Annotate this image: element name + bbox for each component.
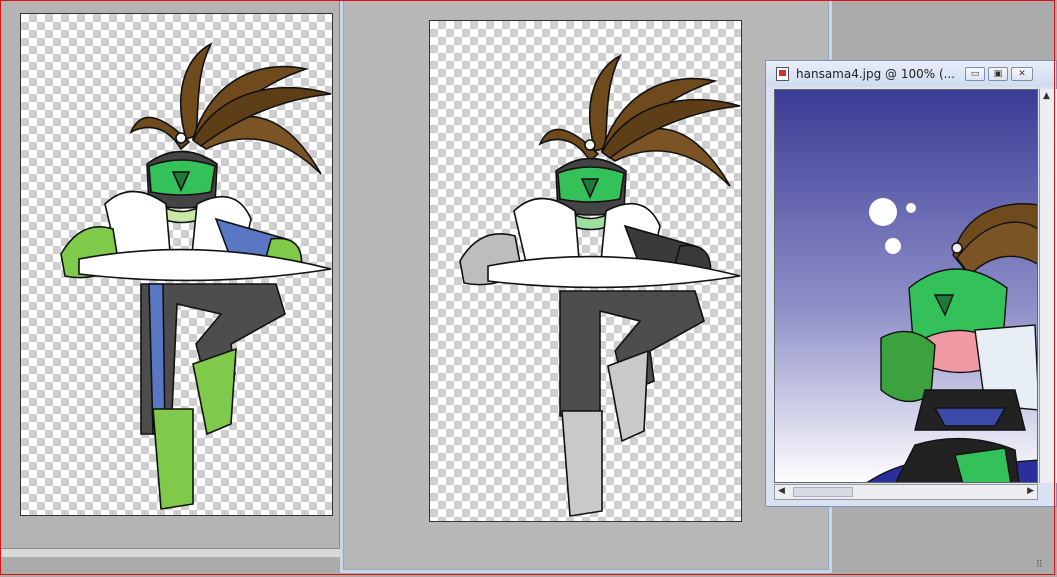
scroll-right-arrow-icon[interactable]: ▶: [1027, 486, 1034, 496]
reference-image-art: [775, 90, 1037, 482]
partial-gray-figure-art: [459, 54, 741, 517]
close-button[interactable]: ✕: [1011, 67, 1033, 81]
resize-grip-icon[interactable]: ⠿: [1036, 560, 1054, 574]
reference-window-title: hansama4.jpg @ 100% (...: [796, 67, 956, 81]
vertical-scrollbar[interactable]: ▲: [1039, 89, 1057, 483]
horizontal-scrollbar[interactable]: ◀ ▶: [774, 484, 1038, 500]
horizontal-scroll-thumb[interactable]: [793, 487, 853, 497]
colored-figure-art: [60, 42, 332, 510]
scroll-up-arrow-icon[interactable]: ▲: [1043, 91, 1050, 101]
maximize-button[interactable]: ▣: [988, 67, 1008, 81]
reference-image-viewport[interactable]: [774, 89, 1038, 483]
minimize-button[interactable]: ▭: [965, 67, 985, 81]
image-file-icon: [776, 67, 789, 81]
reference-image-window[interactable]: hansama4.jpg @ 100% (... ▭ ▣ ✕ ▲ ◀ ▶: [765, 60, 1057, 507]
canvas-colored-figure[interactable]: [20, 13, 333, 516]
scroll-left-arrow-icon[interactable]: ◀: [778, 486, 785, 496]
reference-window-titlebar[interactable]: hansama4.jpg @ 100% (... ▭ ▣ ✕: [766, 61, 1056, 87]
canvas-partial-gray-figure[interactable]: [429, 20, 742, 522]
document-window-1-bottom-edge: [0, 548, 340, 557]
